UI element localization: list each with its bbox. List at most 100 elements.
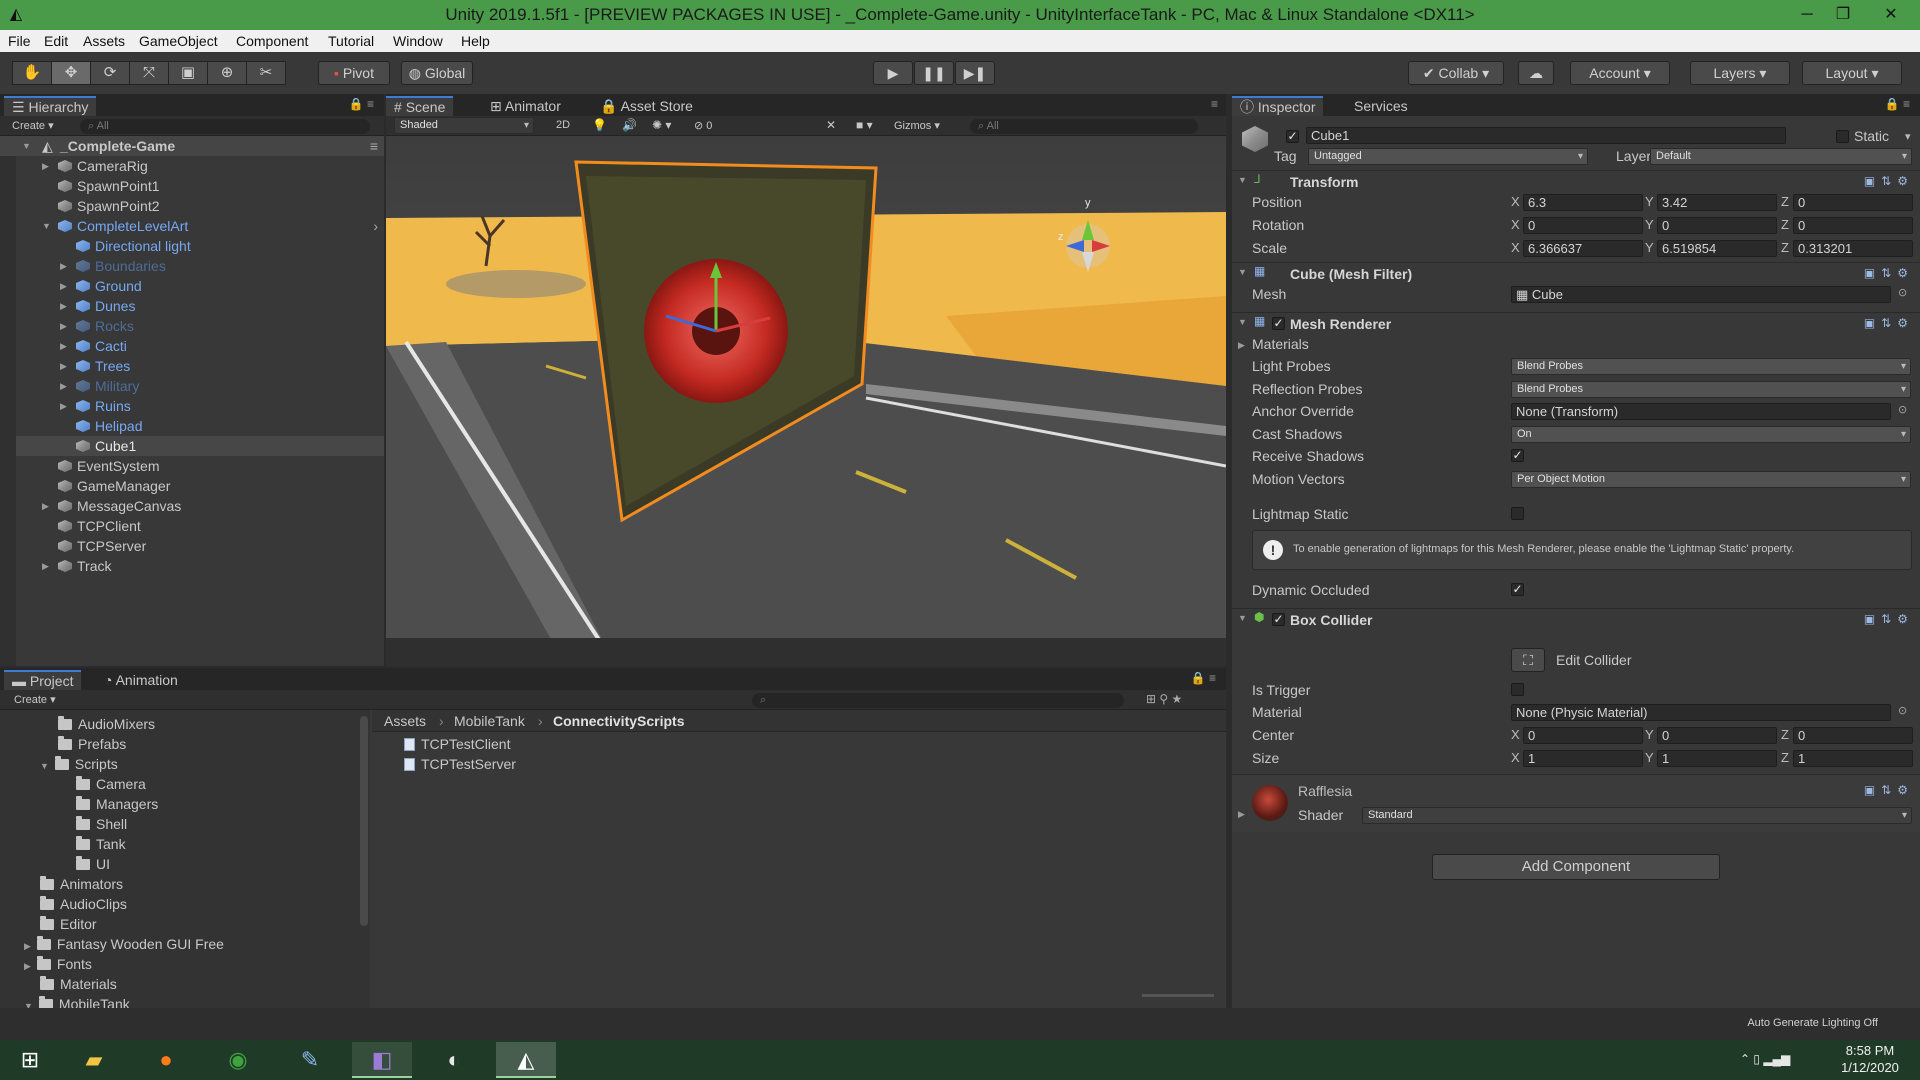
center-y-field[interactable]: 0: [1657, 727, 1777, 744]
component-menu-icons[interactable]: ▣⇅⚙: [1864, 612, 1914, 626]
layers-dropdown[interactable]: Layers ▾: [1690, 61, 1790, 85]
size-y-field[interactable]: 1: [1657, 750, 1777, 767]
hierarchy-item-completelevelart[interactable]: ▼ CompleteLevelArt ›: [0, 216, 384, 236]
fold-arrow-icon[interactable]: ▶: [42, 556, 49, 576]
motion-vectors-dropdown[interactable]: Per Object Motion: [1511, 471, 1911, 488]
tab-project[interactable]: ▬ Project: [4, 670, 82, 690]
hierarchy-item-directional-light[interactable]: Directional light: [0, 236, 384, 256]
hierarchy-item-tcpclient[interactable]: TCPClient: [0, 516, 384, 536]
receive-shadows-checkbox[interactable]: ✓: [1511, 449, 1524, 462]
gizmos-dropdown[interactable]: Gizmos ▾: [894, 119, 940, 132]
breadcrumb-assets[interactable]: Assets: [384, 713, 426, 729]
materials-label[interactable]: Materials: [1252, 334, 1309, 354]
folder-animators[interactable]: Animators: [40, 874, 123, 894]
move-tool-icon[interactable]: ✥: [51, 61, 91, 85]
lightmap-static-checkbox[interactable]: [1511, 507, 1524, 520]
rotate-tool-icon[interactable]: ⟳: [90, 61, 130, 85]
shader-dropdown[interactable]: Standard: [1362, 807, 1912, 824]
file-tcptestserver[interactable]: TCPTestServer: [404, 754, 516, 774]
fold-arrow-icon[interactable]: ▶: [60, 336, 67, 356]
hierarchy-item-track[interactable]: ▶ Track: [0, 556, 384, 576]
hierarchy-item-ground[interactable]: ▶ Ground: [0, 276, 384, 296]
hierarchy-item-gamemanager[interactable]: GameManager: [0, 476, 384, 496]
audio-toggle-icon[interactable]: 🔊: [622, 118, 637, 132]
layout-dropdown[interactable]: Layout ▾: [1802, 61, 1902, 85]
lighting-toggle-icon[interactable]: 💡: [592, 118, 607, 132]
tab-animator[interactable]: ⊞ Animator: [482, 96, 569, 116]
mesh-filter-header[interactable]: ▼ ▦ Cube (Mesh Filter) ▣⇅⚙: [1232, 262, 1920, 284]
folder-audioclips[interactable]: AudioClips: [40, 894, 127, 914]
scene-search[interactable]: ⌕ All: [970, 119, 1198, 134]
hierarchy-item-helipad[interactable]: Helipad: [0, 416, 384, 436]
menu-help[interactable]: Help: [461, 33, 490, 49]
position-y-field[interactable]: 3.42: [1657, 194, 1777, 211]
fold-arrow-icon[interactable]: ▶: [42, 156, 49, 176]
position-x-field[interactable]: 6.3: [1523, 194, 1643, 211]
tab-scene[interactable]: # Scene: [386, 96, 454, 116]
tab-asset-store[interactable]: 🔒 Asset Store: [592, 96, 701, 116]
scene-viewport[interactable]: y z: [386, 136, 1231, 638]
hierarchy-item-rocks[interactable]: ▶ Rocks: [0, 316, 384, 336]
menu-tutorial[interactable]: Tutorial: [328, 33, 374, 49]
hierarchy-item-tcpserver[interactable]: TCPServer: [0, 536, 384, 556]
scene-render[interactable]: y z: [386, 136, 1227, 638]
close-button[interactable]: ✕: [1862, 0, 1920, 30]
menu-file[interactable]: File: [8, 33, 31, 49]
rotation-z-field[interactable]: 0: [1793, 217, 1913, 234]
folder-camera[interactable]: Camera: [76, 774, 146, 794]
hierarchy-create-button[interactable]: Create ▾: [12, 119, 54, 132]
tab-inspector[interactable]: ⓘ Inspector: [1232, 96, 1324, 116]
step-button[interactable]: ▶❚: [955, 61, 995, 85]
rect-tool-icon[interactable]: ▣: [168, 61, 208, 85]
fold-arrow-icon[interactable]: ▶: [42, 496, 49, 516]
mesh-renderer-header[interactable]: ▼ ▦ ✓ Mesh Renderer ▣⇅⚙: [1232, 312, 1920, 334]
scene-root-row[interactable]: ▼ ◭ _Complete-Game ≡: [0, 136, 384, 156]
scene-menu-icon[interactable]: ≡: [370, 136, 378, 156]
fold-arrow-icon[interactable]: ▶: [1238, 340, 1245, 351]
edit-collider-button[interactable]: ⛶: [1511, 648, 1545, 672]
anchor-override-field[interactable]: None (Transform): [1511, 403, 1891, 420]
panel-menu-icon[interactable]: ≡: [1211, 97, 1218, 111]
object-picker-icon[interactable]: ⊙: [1898, 403, 1907, 416]
active-checkbox[interactable]: ✓: [1286, 130, 1299, 143]
light-probes-dropdown[interactable]: Blend Probes: [1511, 358, 1911, 375]
collider-material-field[interactable]: None (Physic Material): [1511, 704, 1891, 721]
project-search[interactable]: ⌕: [752, 693, 1124, 708]
collab-dropdown[interactable]: ✔ Collab ▾: [1408, 61, 1504, 85]
folder-shell[interactable]: Shell: [76, 814, 127, 834]
folder-fantasy-wooden-gui[interactable]: ▶ Fantasy Wooden GUI Free: [24, 934, 224, 954]
folder-fonts[interactable]: ▶ Fonts: [24, 954, 92, 974]
hidden-objects-toggle[interactable]: ⊘ 0: [694, 119, 712, 132]
fold-arrow-icon[interactable]: ▶: [1238, 809, 1245, 820]
hierarchy-item-cacti[interactable]: ▶ Cacti: [0, 336, 384, 356]
hierarchy-item-ruins[interactable]: ▶ Ruins: [0, 396, 384, 416]
chevron-right-icon[interactable]: ›: [373, 216, 378, 236]
panel-menu-icon[interactable]: 🔒 ≡: [1191, 671, 1216, 685]
fold-arrow-icon[interactable]: ▼: [1238, 175, 1247, 185]
transform-header[interactable]: ▼ ⅃ Transform ▣⇅⚙: [1232, 170, 1920, 192]
fold-arrow-icon[interactable]: ▶: [60, 396, 67, 416]
account-dropdown[interactable]: Account ▾: [1570, 61, 1670, 85]
unity-taskbar-icon[interactable]: ◭: [496, 1042, 556, 1078]
fold-arrow-icon[interactable]: ▶: [60, 356, 67, 376]
fold-arrow-icon[interactable]: ▼: [40, 761, 49, 771]
hand-tool-icon[interactable]: ✋: [12, 61, 52, 85]
hierarchy-search[interactable]: ⌕ All: [80, 119, 370, 134]
hierarchy-item-trees[interactable]: ▶ Trees: [0, 356, 384, 376]
shading-dropdown[interactable]: Shaded: [394, 117, 534, 134]
menu-gameobject[interactable]: GameObject: [139, 33, 218, 49]
hierarchy-item-military[interactable]: ▶ Military: [0, 376, 384, 396]
network-app-icon[interactable]: ✎: [280, 1042, 340, 1078]
fold-arrow-icon[interactable]: ▼: [42, 216, 51, 236]
filter-icon[interactable]: ⊞ ⚲ ★: [1146, 692, 1182, 706]
pause-button[interactable]: ❚❚: [914, 61, 954, 85]
global-toggle[interactable]: ◍ Global: [401, 61, 473, 85]
folder-managers[interactable]: Managers: [76, 794, 158, 814]
center-z-field[interactable]: 0: [1793, 727, 1913, 744]
visual-studio-icon[interactable]: ◧: [352, 1042, 412, 1078]
component-menu-icons[interactable]: ▣⇅⚙: [1864, 783, 1914, 797]
tab-services[interactable]: Services: [1346, 96, 1416, 116]
component-menu-icons[interactable]: ▣⇅⚙: [1864, 316, 1914, 330]
center-x-field[interactable]: 0: [1523, 727, 1643, 744]
fold-arrow-icon[interactable]: ▼: [22, 136, 31, 156]
